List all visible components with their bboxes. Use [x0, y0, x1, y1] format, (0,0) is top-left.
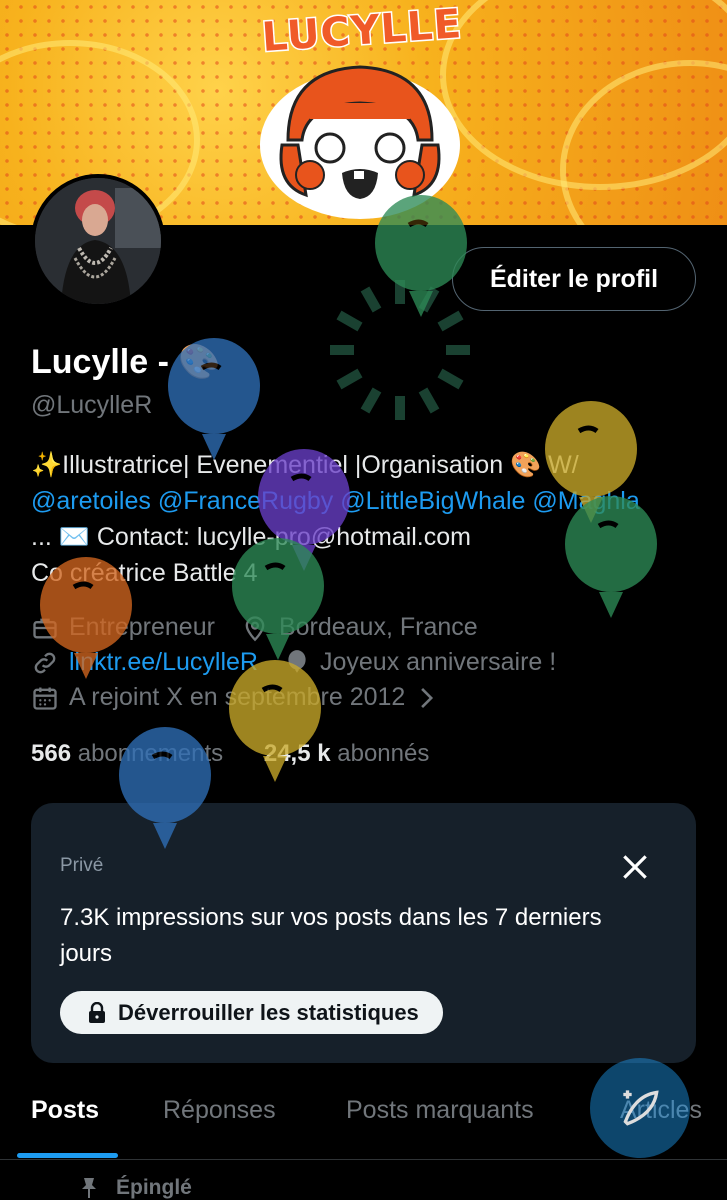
active-tab-indicator: [17, 1153, 118, 1158]
lock-icon: [89, 1001, 105, 1023]
birthday-balloon-decoration: [40, 557, 132, 679]
birthday-balloon-decoration: [119, 727, 211, 849]
chevron-right-icon: [421, 687, 434, 708]
unlock-stats-label: Déverrouiller les statistiques: [118, 999, 419, 1025]
compose-icon: [623, 1089, 659, 1126]
unlock-stats-button[interactable]: Déverrouiller les statistiques: [60, 991, 443, 1034]
birthday-balloon-decoration: [232, 538, 324, 660]
private-label: Privé: [60, 855, 104, 876]
edit-profile-button[interactable]: Éditer le profil: [452, 247, 696, 311]
calendar-icon: [33, 687, 57, 710]
tab-replies[interactable]: Réponses: [163, 1096, 276, 1125]
bio-contact-prefix: ... ✉️ Contact:: [31, 523, 197, 551]
profile-birthday: Joyeux anniversaire !: [319, 648, 557, 676]
banner-logo: LUCYLLE: [250, 0, 470, 222]
birthday-balloon-decoration: [168, 338, 260, 460]
mascot-illustration: [260, 65, 460, 219]
avatar-photo: [35, 178, 161, 304]
following-count: 566: [31, 740, 72, 767]
tab-highlights[interactable]: Posts marquants: [346, 1096, 534, 1125]
pin-icon: [82, 1178, 96, 1198]
mention-link[interactable]: @aretoiles: [31, 487, 151, 515]
user-handle: @LucylleR: [31, 391, 153, 419]
pinned-label: Épinglé: [116, 1176, 192, 1199]
mention-link[interactable]: @LittleBigWhale: [340, 487, 525, 515]
birthday-balloon-decoration: [229, 660, 321, 782]
birthday-balloon-decoration: [375, 195, 467, 317]
compose-post-button[interactable]: [590, 1058, 690, 1158]
tab-posts[interactable]: Posts: [31, 1096, 99, 1125]
profile-avatar[interactable]: [31, 174, 165, 308]
pinned-post-header: Épinglé: [78, 1176, 192, 1200]
close-icon[interactable]: [619, 851, 651, 883]
impressions-text: 7.3K impressions sur vos posts dans les …: [60, 904, 602, 967]
birthday-balloon-decoration: [565, 496, 657, 618]
followers-label: abonnés: [337, 740, 430, 767]
